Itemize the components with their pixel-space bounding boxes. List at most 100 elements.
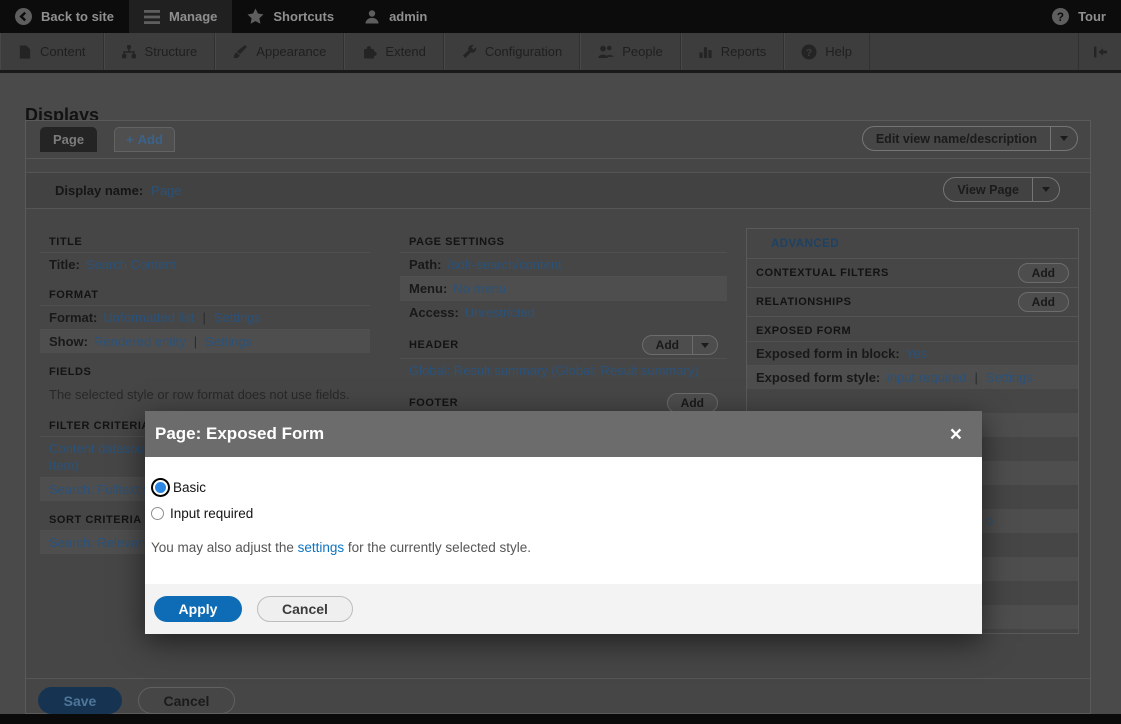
contextual-filters-add-button[interactable]: Add bbox=[1018, 263, 1069, 283]
format-value-link[interactable]: Unformatted list bbox=[103, 310, 194, 325]
add-display-label: Add bbox=[138, 132, 163, 147]
cancel-button[interactable]: Cancel bbox=[138, 687, 235, 714]
plus-icon: + bbox=[126, 132, 134, 147]
view-page-label: View Page bbox=[944, 183, 1032, 197]
contextual-filters-header: CONTEXTUAL FILTERS bbox=[756, 267, 889, 279]
close-icon[interactable]: × bbox=[940, 424, 972, 445]
admin-menu-bar: Content Structure Appearance Extend Conf… bbox=[0, 33, 1121, 73]
show-value-link[interactable]: Rendered entity bbox=[94, 334, 186, 349]
relationships-add-button[interactable]: Add bbox=[1018, 292, 1069, 312]
exposed-style-settings-link[interactable]: Settings bbox=[986, 370, 1033, 385]
menu-item-reports[interactable]: Reports bbox=[681, 33, 785, 70]
actions-divider bbox=[26, 678, 1090, 679]
path-row: Path:/solr-search/content bbox=[400, 252, 727, 276]
advanced-toggle[interactable]: ADVANCED bbox=[747, 229, 1078, 258]
exposed-form-style-row: Exposed form style: Input required | Settin… bbox=[747, 365, 1078, 389]
shortcuts-label: Shortcuts bbox=[273, 9, 334, 24]
relationships-section: RELATIONSHIPS Add bbox=[747, 287, 1078, 316]
show-row: Show:Rendered entity|Settings bbox=[40, 329, 370, 353]
save-button[interactable]: Save bbox=[38, 687, 122, 714]
menu-value-link[interactable]: No menu bbox=[453, 281, 506, 296]
toolbar-orientation-toggle[interactable] bbox=[1078, 33, 1121, 70]
apply-button[interactable]: Apply bbox=[154, 596, 242, 622]
admin-label: admin bbox=[389, 9, 427, 24]
title-section-header: TITLE bbox=[40, 231, 370, 252]
settings-link[interactable]: settings bbox=[298, 540, 345, 555]
display-tabs-row: Page + Add Edit view name/description bbox=[26, 121, 1090, 159]
exposed-style-label: Exposed form style: bbox=[756, 370, 880, 385]
radio-option-input-required[interactable]: Input required bbox=[151, 506, 972, 521]
menu-item-appearance[interactable]: Appearance bbox=[215, 33, 344, 70]
exposed-form-header: EXPOSED FORM bbox=[747, 316, 1078, 341]
radio-unselected-icon bbox=[151, 507, 164, 520]
shortcuts-menu-item[interactable]: Shortcuts bbox=[232, 0, 349, 33]
modal-note: You may also adjust the settings for the… bbox=[151, 540, 972, 555]
menu-item-help[interactable]: ? Help bbox=[784, 33, 870, 70]
menu-item-structure[interactable]: Structure bbox=[104, 33, 216, 70]
format-row: Format: Unformatted list | Settings bbox=[40, 305, 370, 329]
back-to-site-button[interactable]: Back to site bbox=[0, 0, 129, 33]
screen: Back to site Manage Shortcuts admin ? To bbox=[0, 0, 1121, 724]
edit-view-name-label: Edit view name/description bbox=[863, 132, 1050, 146]
display-name-label: Display name: bbox=[55, 183, 143, 198]
modal-cancel-button[interactable]: Cancel bbox=[257, 596, 353, 622]
title-value-link[interactable]: Search Content bbox=[86, 257, 176, 272]
user-icon bbox=[364, 9, 380, 25]
path-value-link[interactable]: /solr-search/content bbox=[448, 257, 562, 272]
header-add-button[interactable]: Add bbox=[642, 335, 718, 355]
bottom-strip bbox=[0, 714, 1121, 724]
exposed-block-label: Exposed form in block: bbox=[756, 346, 900, 361]
edit-view-name-dropdown[interactable] bbox=[1050, 127, 1077, 150]
menu-item-content[interactable]: Content bbox=[0, 33, 104, 70]
exposed-block-value-link[interactable]: Yes bbox=[906, 346, 927, 361]
title-row: Title: Search Content bbox=[40, 252, 370, 276]
separator: | bbox=[202, 310, 205, 325]
menu-item-people[interactable]: People bbox=[580, 33, 680, 70]
footer-add-button[interactable]: Add bbox=[667, 393, 718, 413]
people-icon bbox=[597, 44, 614, 60]
menu-label: People bbox=[622, 44, 662, 59]
modal-body: Basic Input required You may also adjust… bbox=[145, 457, 982, 584]
access-value-link[interactable]: Unrestricted bbox=[465, 305, 535, 320]
show-settings-link[interactable]: Settings bbox=[205, 334, 252, 349]
title-label: Title: bbox=[49, 257, 80, 272]
paintbrush-icon bbox=[232, 44, 248, 60]
admin-user-menu-item[interactable]: admin bbox=[349, 0, 442, 33]
manage-menu-item[interactable]: Manage bbox=[129, 0, 232, 33]
wrench-icon bbox=[461, 44, 477, 60]
partially-hidden-link[interactable]: o bbox=[986, 513, 993, 528]
tour-button[interactable]: ? Tour bbox=[1037, 0, 1121, 33]
exposed-style-value-link[interactable]: Input required bbox=[886, 370, 966, 385]
menu-label: Configuration bbox=[485, 44, 562, 59]
separator: | bbox=[975, 370, 978, 385]
header-section: HEADER Add bbox=[400, 332, 727, 358]
toolbar-spacer bbox=[442, 0, 1037, 33]
menu-item-configuration[interactable]: Configuration bbox=[444, 33, 580, 70]
menu-label: Structure bbox=[145, 44, 198, 59]
contextual-filters-section: CONTEXTUAL FILTERS Add bbox=[747, 258, 1078, 287]
exposed-form-modal: Page: Exposed Form × Basic Input require… bbox=[145, 411, 982, 634]
view-page-dropdown[interactable] bbox=[1032, 178, 1059, 201]
edit-view-name-button[interactable]: Edit view name/description bbox=[862, 126, 1078, 151]
chevron-down-icon bbox=[1042, 187, 1050, 192]
view-page-button[interactable]: View Page bbox=[943, 177, 1060, 202]
display-name-bar: Display name: Page View Page bbox=[26, 172, 1090, 209]
add-display-button[interactable]: + Add bbox=[114, 127, 175, 152]
puzzle-icon bbox=[361, 44, 377, 60]
radio-selected-icon bbox=[153, 480, 168, 495]
header-section-header: HEADER bbox=[409, 339, 459, 351]
manage-label: Manage bbox=[169, 9, 217, 24]
menu-bar-spacer bbox=[870, 33, 1078, 70]
tab-page[interactable]: Page bbox=[40, 127, 97, 152]
radio-input-required-label: Input required bbox=[170, 506, 253, 521]
format-label: Format: bbox=[49, 310, 97, 325]
format-settings-link[interactable]: Settings bbox=[214, 310, 261, 325]
file-icon bbox=[17, 44, 32, 60]
header-item-link[interactable]: Global: Result summary (Global: Result s… bbox=[409, 363, 699, 378]
display-name-link[interactable]: Page bbox=[151, 183, 181, 198]
menu-label: Content bbox=[40, 44, 86, 59]
menu-item-extend[interactable]: Extend bbox=[344, 33, 443, 70]
access-row: Access:Unrestricted bbox=[400, 300, 727, 324]
radio-option-basic[interactable]: Basic bbox=[151, 478, 972, 497]
header-add-dropdown[interactable] bbox=[692, 336, 717, 354]
